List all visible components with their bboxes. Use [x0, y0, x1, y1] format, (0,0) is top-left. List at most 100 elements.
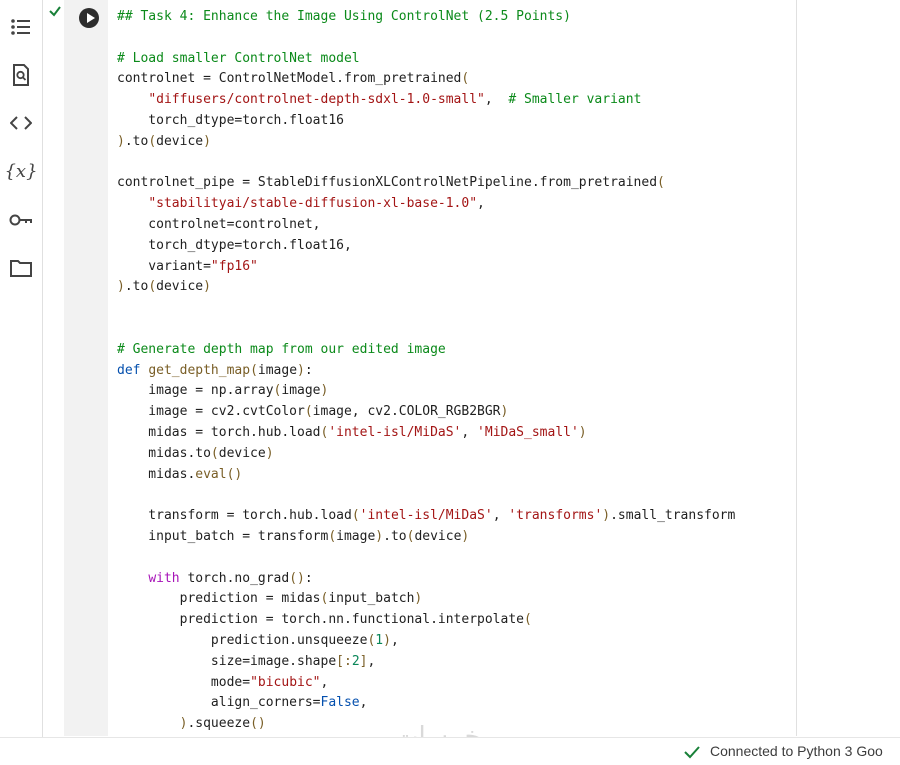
code-line: image = np.array(image)	[117, 381, 735, 402]
code-token: # Generate depth map from our edited ima…	[117, 341, 446, 357]
code-line: # Generate depth map from our edited ima…	[117, 340, 735, 361]
code-token: ## Task 4: Enhance the Image Using Contr…	[117, 9, 571, 24]
code-token: ,	[390, 632, 399, 648]
code-token: :	[304, 362, 313, 378]
code-token: get_depth_map	[148, 362, 251, 378]
run-cell-button[interactable]	[79, 8, 99, 28]
code-token: 'MiDaS_small'	[477, 424, 579, 440]
code-token: (	[250, 362, 258, 378]
code-line: ).to(device)	[117, 277, 735, 298]
find-replace-icon[interactable]	[8, 62, 34, 88]
code-token: :	[304, 570, 313, 586]
connected-check-icon	[684, 746, 700, 759]
code-line: ## Task 4: Enhance the Image Using Contr…	[117, 7, 735, 28]
code-token: variant=	[117, 258, 211, 274]
code-line: transform = torch.hub.load('intel-isl/Mi…	[117, 506, 735, 527]
code-token: controlnet = ControlNetModel.from_pretra…	[117, 71, 462, 87]
code-cell-editor[interactable]: ## Task 4: Enhance the Image Using Contr…	[108, 0, 796, 736]
code-token: size=image.shape	[117, 653, 337, 669]
code-token: controlnet=controlnet,	[117, 216, 321, 232]
code-line: with torch.no_grad():	[117, 569, 735, 590]
code-line: input_batch = transform(image).to(device…	[117, 527, 735, 548]
code-token: (	[351, 508, 360, 524]
executed-check-icon	[49, 6, 61, 17]
code-token: 'intel-isl/MiDaS'	[328, 424, 462, 440]
code-line: prediction = midas(input_batch)	[117, 589, 735, 610]
code-token: prediction = torch.nn.functional.interpo…	[117, 612, 524, 628]
secrets-key-icon[interactable]	[8, 207, 34, 233]
code-line: mode="bicubic",	[117, 673, 735, 694]
table-of-contents-icon[interactable]	[8, 14, 34, 40]
code-line: ).to(device)	[117, 132, 735, 153]
code-block: ## Task 4: Enhance the Image Using Contr…	[117, 7, 735, 735]
code-line: "stabilityai/stable-diffusion-xl-base-1.…	[117, 194, 735, 215]
code-token: 'intel-isl/MiDaS'	[359, 508, 493, 524]
code-token: False	[320, 695, 360, 711]
variables-icon-label: {x}	[4, 160, 38, 182]
code-token: )	[117, 133, 125, 149]
code-line: variant="fp16"	[117, 257, 735, 278]
code-token: .to	[124, 133, 149, 149]
code-token: transform = torch.hub.load	[117, 508, 352, 524]
code-line: prediction = torch.nn.functional.interpo…	[117, 610, 735, 631]
code-token: "bicubic"	[250, 674, 321, 690]
code-line: midas.eval()	[117, 465, 735, 486]
code-token: ,	[492, 508, 509, 524]
code-token: "fp16"	[210, 258, 258, 274]
code-token: )	[117, 279, 125, 295]
code-token: "stabilityai/stable-diffusion-xl-base-1.…	[148, 196, 478, 212]
code-line: def get_depth_map(image):	[117, 361, 735, 382]
code-token: image = np.array	[117, 383, 274, 399]
code-token: ,	[320, 674, 329, 690]
connection-status-text[interactable]: Connected to Python 3 Goo	[710, 743, 883, 759]
code-token: ,	[477, 196, 485, 212]
code-line: image = cv2.cvtColor(image, cv2.COLOR_RG…	[117, 402, 735, 423]
code-token: (	[210, 445, 219, 461]
code-token: )	[203, 133, 211, 149]
code-snippets-icon[interactable]	[8, 110, 34, 136]
code-token: )	[500, 404, 509, 420]
code-token: (	[328, 528, 337, 544]
code-token: image	[257, 362, 298, 378]
code-token: )	[578, 424, 587, 440]
editor-ruler	[796, 0, 797, 736]
code-token: torch_dtype=torch.float16	[117, 112, 344, 128]
code-line: midas = torch.hub.load('intel-isl/MiDaS'…	[117, 423, 735, 444]
code-token: (	[461, 71, 470, 87]
code-token: controlnet_pipe = StableDiffusionXLContr…	[117, 175, 658, 191]
files-folder-icon[interactable]	[8, 255, 34, 281]
code-token: midas.to	[117, 445, 211, 461]
code-token: ,	[367, 653, 376, 669]
code-token: def	[117, 362, 149, 378]
code-token: (	[304, 404, 313, 420]
code-token: )	[461, 528, 470, 544]
code-token: )	[297, 362, 305, 378]
code-token: mode=	[117, 674, 251, 690]
code-token: .to	[383, 528, 407, 544]
code-token: )	[203, 279, 211, 295]
code-token: )	[602, 508, 611, 524]
code-token: 1	[375, 632, 384, 648]
code-token: device	[156, 279, 204, 295]
code-token: ,	[461, 424, 478, 440]
code-token: )	[383, 632, 391, 648]
code-token: )	[414, 591, 423, 607]
code-line: torch_dtype=torch.float16	[117, 111, 735, 132]
variables-icon[interactable]: {x}	[4, 158, 37, 184]
code-line: midas.to(device)	[117, 444, 735, 465]
code-token: (	[657, 175, 665, 191]
code-token: image = cv2.cvtColor	[117, 404, 305, 420]
code-token: input_batch = transform	[117, 528, 329, 544]
code-token: midas = torch.hub.load	[117, 424, 321, 440]
code-token: prediction.unsqueeze	[117, 632, 368, 648]
code-token: )	[320, 383, 329, 399]
code-token: ()	[250, 716, 266, 732]
code-token: 'transforms'	[508, 508, 603, 524]
code-line: # Load smaller ControlNet model	[117, 49, 735, 70]
